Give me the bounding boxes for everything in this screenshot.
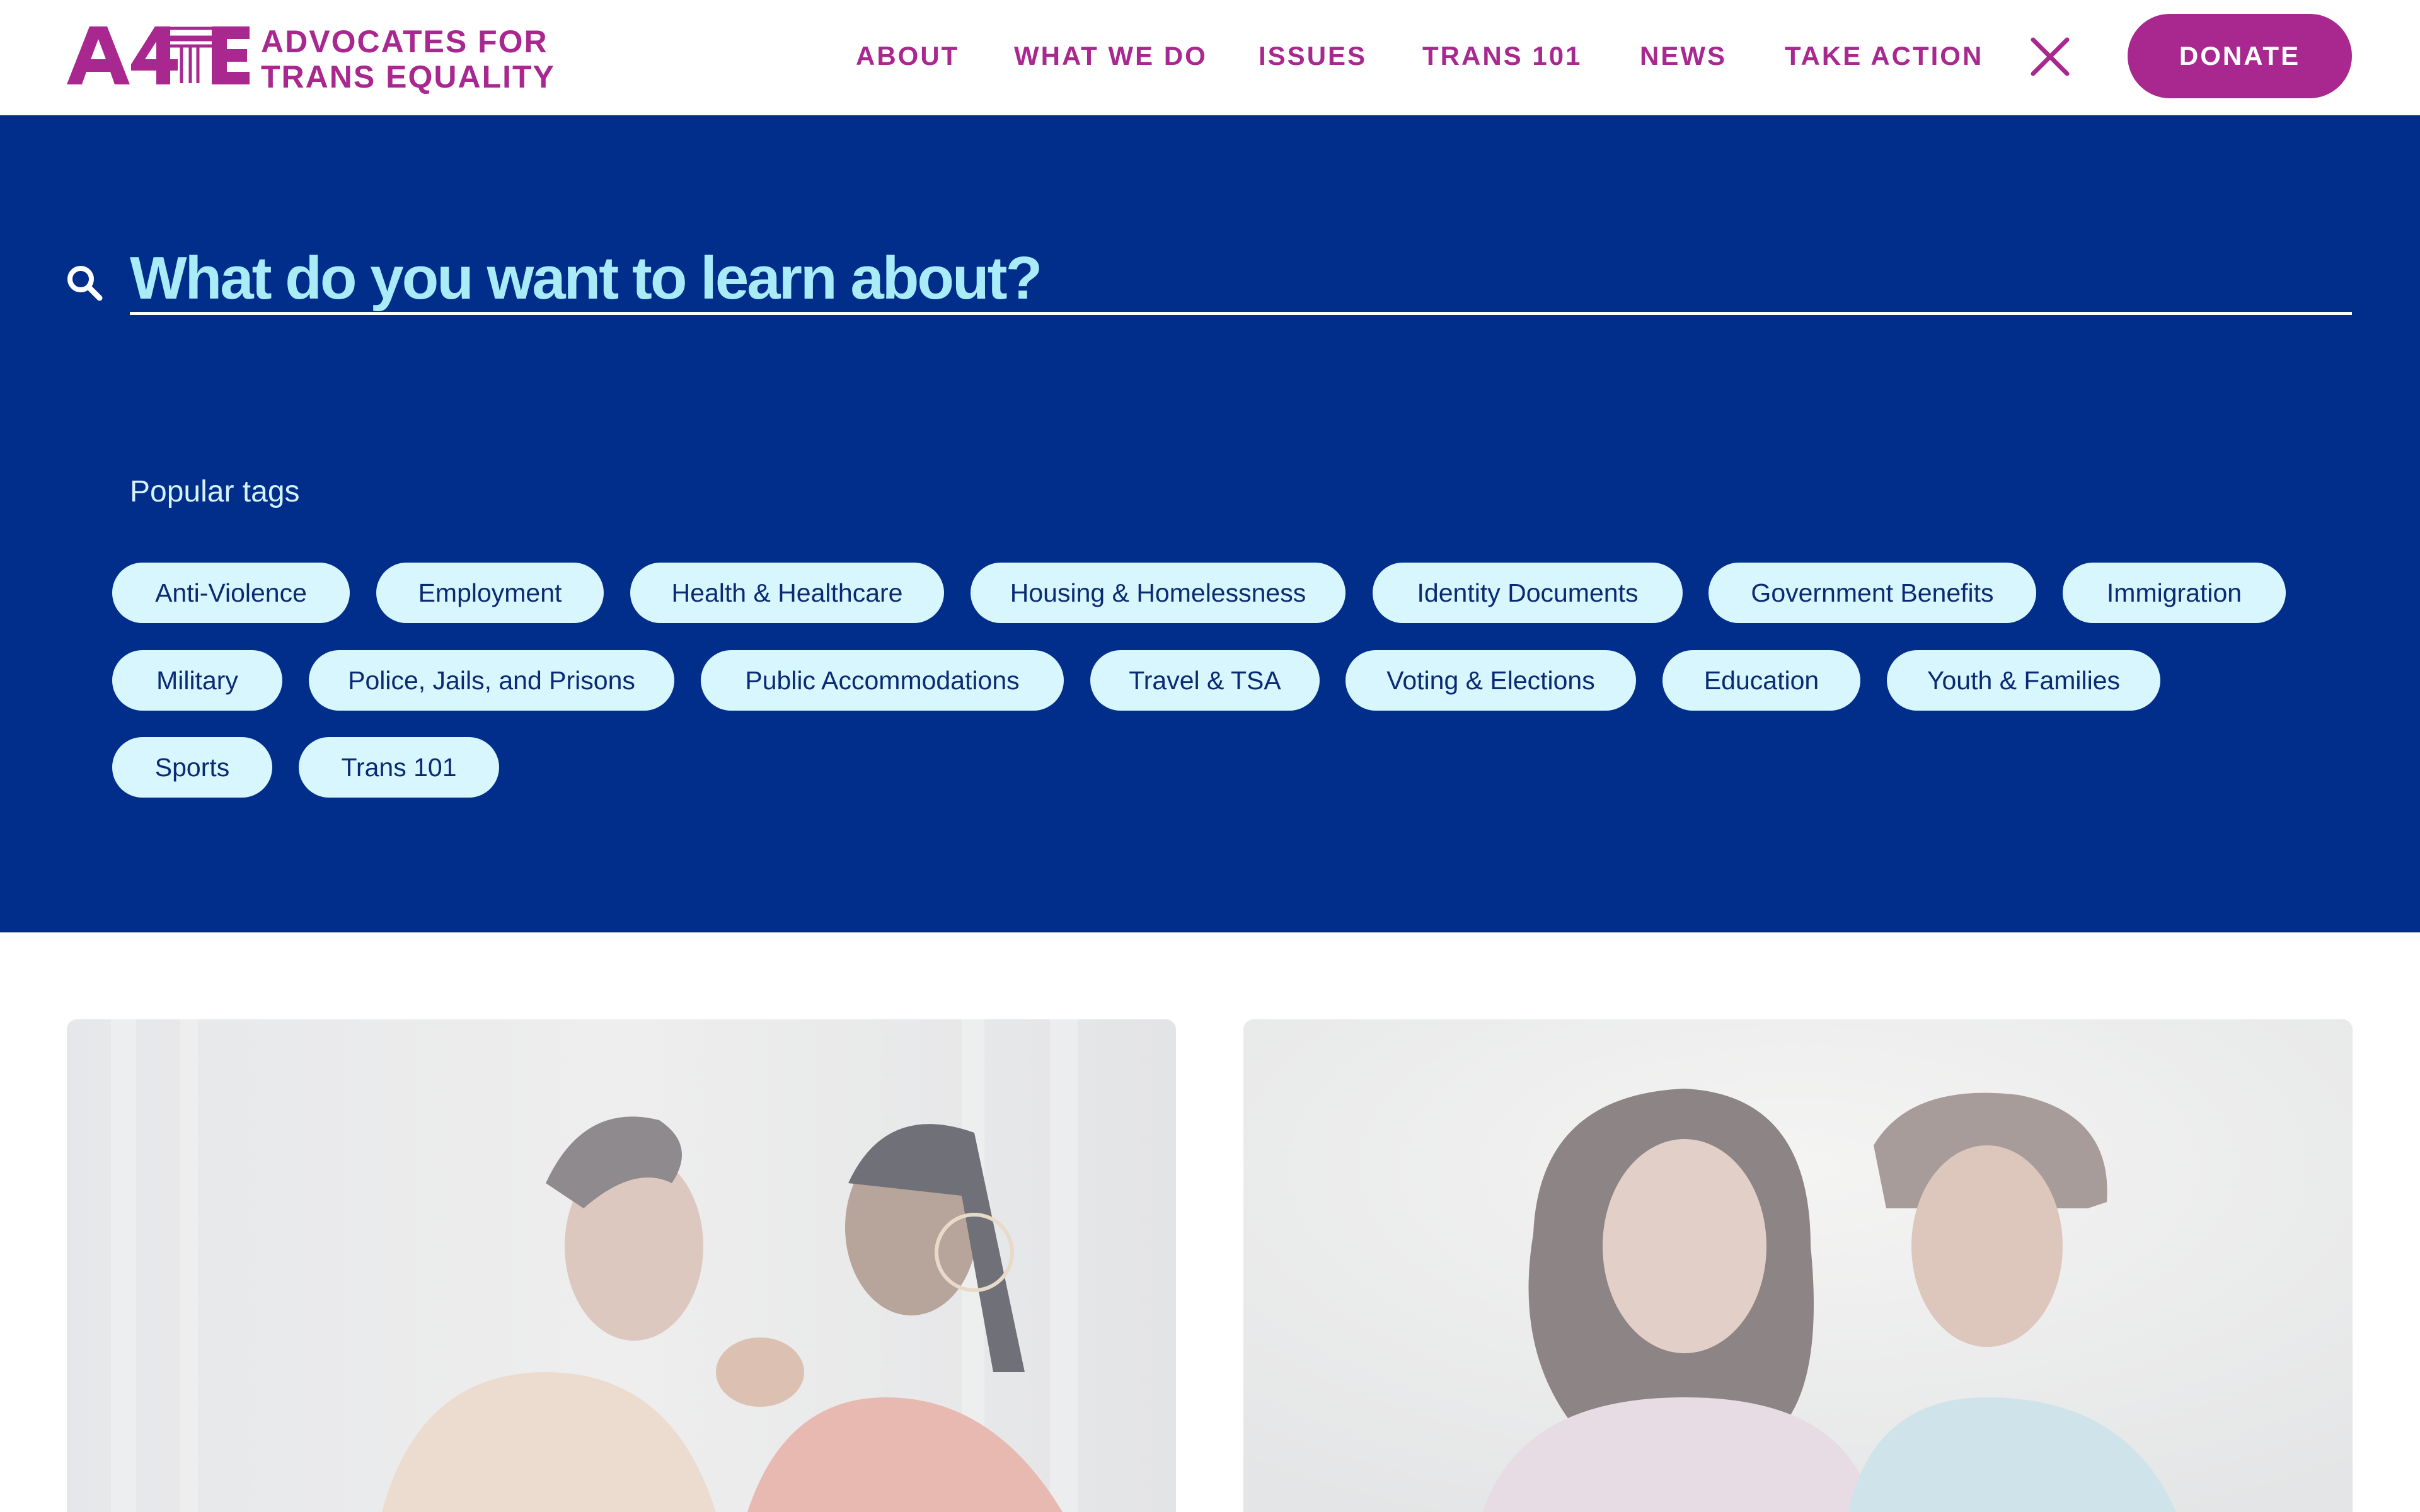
nav-news[interactable]: NEWS	[1640, 39, 1727, 73]
feature-card-right[interactable]	[1243, 1019, 2353, 1512]
nav-trans-101[interactable]: TRANS 101	[1422, 39, 1582, 73]
tag-identity-documents[interactable]: Identity Documents	[1373, 563, 1683, 623]
site-logo[interactable]: ADVOCATES FOR TRANS EQUALITY	[67, 21, 554, 94]
search-input[interactable]	[130, 244, 2352, 315]
donate-button[interactable]: DONATE	[2128, 14, 2352, 98]
close-icon[interactable]	[2029, 36, 2071, 77]
tag-police-jails-prisons[interactable]: Police, Jails, and Prisons	[309, 650, 674, 711]
tag-travel-tsa[interactable]: Travel & TSA	[1090, 650, 1320, 711]
nav-issues[interactable]: ISSUES	[1259, 39, 1367, 73]
tag-voting-elections[interactable]: Voting & Elections	[1345, 650, 1636, 711]
feature-card-left[interactable]	[67, 1019, 1176, 1512]
tag-public-accommodations[interactable]: Public Accommodations	[701, 650, 1064, 711]
tag-government-benefits[interactable]: Government Benefits	[1708, 563, 2036, 623]
tag-youth-families[interactable]: Youth & Families	[1887, 650, 2160, 711]
card-photo-two-people-laughing	[67, 1019, 1176, 1512]
nav-what-we-do[interactable]: WHAT WE DO	[1014, 39, 1207, 73]
logo-line-1: ADVOCATES FOR	[261, 24, 548, 59]
nav-take-action[interactable]: TAKE ACTION	[1785, 39, 1983, 73]
card-photo-two-people-portrait	[1243, 1019, 2353, 1512]
a4te-logo-mark	[67, 26, 250, 84]
search-icon	[67, 266, 103, 301]
search-panel: Popular tags Anti-Violence Employment He…	[0, 115, 2420, 932]
tag-anti-violence[interactable]: Anti-Violence	[112, 563, 350, 623]
logo-line-2: TRANS EQUALITY	[261, 59, 555, 94]
tag-military[interactable]: Military	[112, 650, 282, 711]
site-header: ADVOCATES FOR TRANS EQUALITY ABOUT WHAT …	[0, 0, 2420, 115]
tag-sports[interactable]: Sports	[112, 737, 272, 798]
tag-employment[interactable]: Employment	[376, 563, 604, 623]
logo-wordmark: ADVOCATES FOR TRANS EQUALITY	[261, 24, 555, 94]
tag-immigration[interactable]: Immigration	[2063, 563, 2286, 623]
tag-trans-101[interactable]: Trans 101	[299, 737, 499, 798]
nav-about[interactable]: ABOUT	[856, 39, 959, 73]
tag-education[interactable]: Education	[1662, 650, 1860, 711]
tag-housing-homelessness[interactable]: Housing & Homelessness	[971, 563, 1345, 623]
popular-tags-heading: Popular tags	[130, 475, 300, 508]
tag-health-healthcare[interactable]: Health & Healthcare	[630, 563, 944, 623]
